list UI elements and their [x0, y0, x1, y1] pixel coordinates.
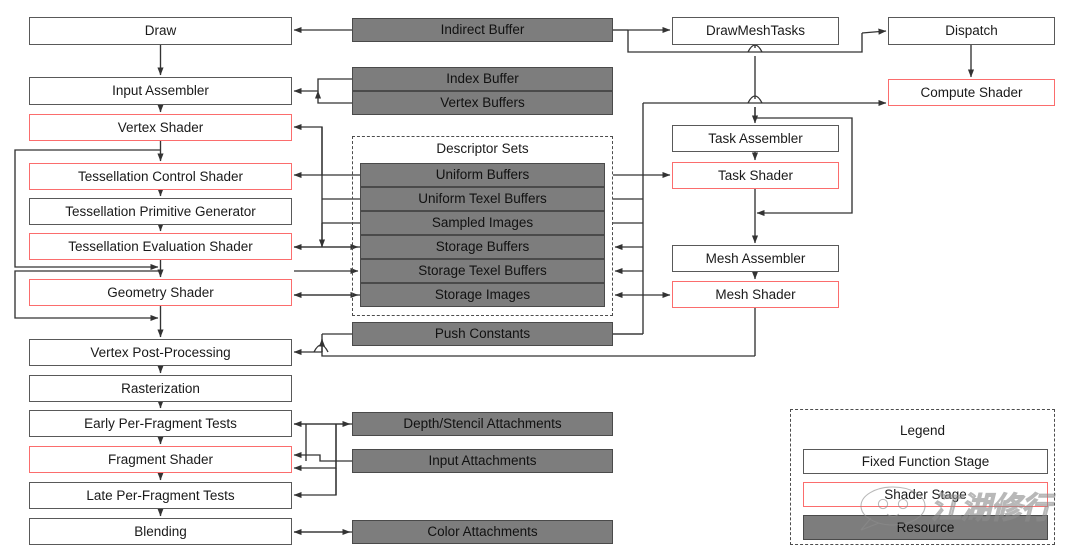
resource-sampled_img[interactable]: Sampled Images [360, 211, 605, 235]
stage-label: Tessellation Control Shader [77, 168, 244, 184]
legend-item-0[interactable]: Fixed Function Stage [803, 449, 1048, 474]
stage-label: Draw [144, 23, 177, 39]
stage-label: Compute Shader [920, 84, 1023, 100]
legend-label: Resource [896, 519, 955, 535]
stage-label: Fragment Shader [107, 451, 214, 467]
stage-tess_prim[interactable]: Tessellation Primitive Generator [29, 198, 292, 225]
stage-vertex_sh[interactable]: Vertex Shader [29, 114, 292, 141]
legend-title: Legend [899, 423, 946, 438]
stage-label: Vertex Post-Processing [90, 344, 231, 360]
resource-push_const[interactable]: Push Constants [352, 322, 613, 346]
stage-compute_sh[interactable]: Compute Shader [888, 79, 1055, 106]
resource-vertex_bufs[interactable]: Vertex Buffers [352, 91, 613, 115]
resource-storage_bufs[interactable]: Storage Buffers [360, 235, 605, 259]
stage-label: Task Shader [717, 167, 794, 183]
resource-uniform_bufs[interactable]: Uniform Buffers [360, 163, 605, 187]
stage-label: Dispatch [945, 23, 998, 39]
stage-dispatch[interactable]: Dispatch [888, 17, 1055, 45]
stage-label: Vertex Shader [117, 119, 204, 135]
legend-label: Fixed Function Stage [861, 453, 990, 469]
resource-label: Uniform Buffers [435, 167, 530, 183]
stage-task_sh[interactable]: Task Shader [672, 162, 839, 189]
resource-index_buf[interactable]: Index Buffer [352, 67, 613, 91]
stage-blending[interactable]: Blending [29, 518, 292, 545]
stage-label: Tessellation Evaluation Shader [68, 238, 253, 254]
stage-label: Tessellation Primitive Generator [65, 203, 256, 219]
stage-label: Geometry Shader [107, 284, 214, 300]
resource-input_attach[interactable]: Input Attachments [352, 449, 613, 473]
stage-late_frag[interactable]: Late Per-Fragment Tests [29, 482, 292, 509]
resource-storage_img[interactable]: Storage Images [360, 283, 605, 307]
legend-label: Shader Stage [884, 486, 967, 502]
diagram-canvas: Descriptor Sets Legend Draw Input Assembl… [0, 0, 1080, 554]
stage-label: Rasterization [121, 380, 200, 396]
resource-label: Sampled Images [431, 215, 534, 231]
resource-depth_attach[interactable]: Depth/Stencil Attachments [352, 412, 613, 436]
legend-item-1[interactable]: Shader Stage [803, 482, 1048, 507]
resource-label: Input Attachments [428, 453, 537, 469]
stage-early_frag[interactable]: Early Per-Fragment Tests [29, 410, 292, 437]
resource-label: Vertex Buffers [440, 95, 525, 111]
resource-label: Storage Texel Buffers [418, 263, 547, 279]
stage-vert_post[interactable]: Vertex Post-Processing [29, 339, 292, 366]
resource-label: Push Constants [434, 326, 531, 342]
stage-task_asm[interactable]: Task Assembler [672, 125, 839, 152]
stage-raster[interactable]: Rasterization [29, 375, 292, 402]
stage-label: Mesh Shader [715, 286, 796, 302]
stage-tess_eval[interactable]: Tessellation Evaluation Shader [29, 233, 292, 260]
resource-label: Uniform Texel Buffers [418, 191, 547, 207]
stage-input_asm[interactable]: Input Assembler [29, 77, 292, 105]
descriptor-sets-title: Descriptor Sets [436, 141, 529, 156]
resource-label: Storage Images [434, 287, 531, 303]
resource-color_attach[interactable]: Color Attachments [352, 520, 613, 544]
resource-indirect_buf[interactable]: Indirect Buffer [352, 18, 613, 42]
stage-label: Input Assembler [112, 83, 209, 99]
legend-item-2[interactable]: Resource [803, 515, 1048, 540]
stage-drawmesh[interactable]: DrawMeshTasks [672, 17, 839, 45]
stage-geom_sh[interactable]: Geometry Shader [29, 279, 292, 306]
stage-frag_sh[interactable]: Fragment Shader [29, 446, 292, 473]
stage-mesh_asm[interactable]: Mesh Assembler [672, 245, 839, 272]
stage-tess_ctrl[interactable]: Tessellation Control Shader [29, 163, 292, 190]
stage-label: Task Assembler [708, 130, 803, 146]
stage-mesh_sh[interactable]: Mesh Shader [672, 281, 839, 308]
resource-label: Depth/Stencil Attachments [403, 416, 562, 432]
stage-label: Late Per-Fragment Tests [86, 487, 235, 503]
stage-draw[interactable]: Draw [29, 17, 292, 45]
resource-label: Indirect Buffer [440, 22, 525, 38]
resource-label: Storage Buffers [435, 239, 530, 255]
stage-label: Mesh Assembler [705, 250, 806, 266]
stage-label: DrawMeshTasks [705, 23, 806, 39]
stage-label: Blending [134, 523, 187, 539]
resource-storage_texel[interactable]: Storage Texel Buffers [360, 259, 605, 283]
resource-label: Index Buffer [446, 71, 519, 87]
stage-label: Early Per-Fragment Tests [84, 415, 237, 431]
resource-label: Color Attachments [427, 524, 538, 540]
resource-uniform_texel[interactable]: Uniform Texel Buffers [360, 187, 605, 211]
